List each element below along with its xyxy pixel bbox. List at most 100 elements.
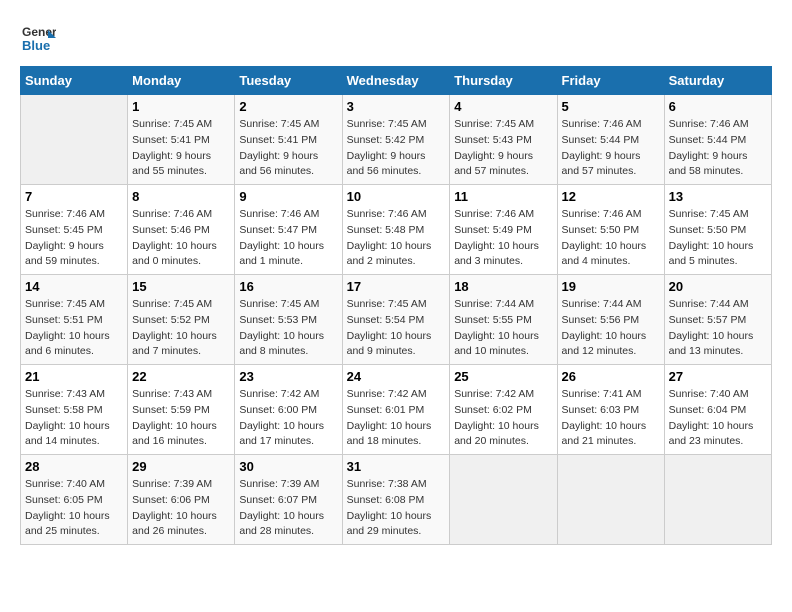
- day-number: 3: [347, 99, 446, 114]
- day-number: 11: [454, 189, 552, 204]
- day-number: 20: [669, 279, 767, 294]
- day-header-friday: Friday: [557, 67, 664, 95]
- calendar-cell: 30 Sunrise: 7:39 AMSunset: 6:07 PMDayligh…: [235, 455, 342, 545]
- calendar-body: 1 Sunrise: 7:45 AMSunset: 5:41 PMDaylight…: [21, 95, 772, 545]
- logo: General Blue: [20, 20, 56, 56]
- day-number: 19: [562, 279, 660, 294]
- logo-icon: General Blue: [20, 20, 56, 56]
- calendar-cell: 22 Sunrise: 7:43 AMSunset: 5:59 PMDayligh…: [128, 365, 235, 455]
- day-info: Sunrise: 7:44 AMSunset: 5:57 PMDaylight:…: [669, 297, 767, 360]
- day-number: 5: [562, 99, 660, 114]
- day-info: Sunrise: 7:45 AMSunset: 5:52 PMDaylight:…: [132, 297, 230, 360]
- day-info: Sunrise: 7:46 AMSunset: 5:46 PMDaylight:…: [132, 207, 230, 270]
- day-info: Sunrise: 7:44 AMSunset: 5:55 PMDaylight:…: [454, 297, 552, 360]
- calendar-cell: 17Sunrise: 7:45 AMSunset: 5:54 PMDayligh…: [342, 275, 450, 365]
- day-number: 27: [669, 369, 767, 384]
- day-number: 26: [562, 369, 660, 384]
- calendar-cell: 5 Sunrise: 7:46 AMSunset: 5:44 PMDaylight…: [557, 95, 664, 185]
- calendar-cell: 13 Sunrise: 7:45 AMSunset: 5:50 PMDayligh…: [664, 185, 771, 275]
- day-number: 31: [347, 459, 446, 474]
- calendar-cell: 21 Sunrise: 7:43 AMSunset: 5:58 PMDayligh…: [21, 365, 128, 455]
- day-number: 25: [454, 369, 552, 384]
- day-info: Sunrise: 7:38 AMSunset: 6:08 PMDaylight:…: [347, 477, 446, 540]
- page-header: General Blue: [20, 20, 772, 56]
- day-number: 13: [669, 189, 767, 204]
- calendar-cell: [21, 95, 128, 185]
- calendar-cell: 1 Sunrise: 7:45 AMSunset: 5:41 PMDaylight…: [128, 95, 235, 185]
- calendar-cell: 7 Sunrise: 7:46 AMSunset: 5:45 PMDaylight…: [21, 185, 128, 275]
- day-info: Sunrise: 7:46 AMSunset: 5:45 PMDaylight:…: [25, 207, 123, 270]
- day-number: 2: [239, 99, 337, 114]
- day-info: Sunrise: 7:45 AMSunset: 5:43 PMDaylight:…: [454, 117, 552, 180]
- day-number: 7: [25, 189, 123, 204]
- calendar-week-2: 7 Sunrise: 7:46 AMSunset: 5:45 PMDaylight…: [21, 185, 772, 275]
- calendar-cell: 6Sunrise: 7:46 AMSunset: 5:44 PMDaylight…: [664, 95, 771, 185]
- day-info: Sunrise: 7:45 AMSunset: 5:51 PMDaylight:…: [25, 297, 123, 360]
- calendar-cell: 2 Sunrise: 7:45 AMSunset: 5:41 PMDaylight…: [235, 95, 342, 185]
- day-info: Sunrise: 7:45 AMSunset: 5:41 PMDaylight:…: [239, 117, 337, 180]
- day-info: Sunrise: 7:45 AMSunset: 5:50 PMDaylight:…: [669, 207, 767, 270]
- day-info: Sunrise: 7:43 AMSunset: 5:59 PMDaylight:…: [132, 387, 230, 450]
- calendar-cell: [450, 455, 557, 545]
- day-number: 12: [562, 189, 660, 204]
- day-info: Sunrise: 7:45 AMSunset: 5:54 PMDaylight:…: [347, 297, 446, 360]
- day-info: Sunrise: 7:42 AMSunset: 6:01 PMDaylight:…: [347, 387, 446, 450]
- calendar-cell: 4 Sunrise: 7:45 AMSunset: 5:43 PMDaylight…: [450, 95, 557, 185]
- calendar-week-1: 1 Sunrise: 7:45 AMSunset: 5:41 PMDaylight…: [21, 95, 772, 185]
- calendar-cell: 31 Sunrise: 7:38 AMSunset: 6:08 PMDayligh…: [342, 455, 450, 545]
- calendar-cell: 11Sunrise: 7:46 AMSunset: 5:49 PMDayligh…: [450, 185, 557, 275]
- calendar-cell: 28 Sunrise: 7:40 AMSunset: 6:05 PMDayligh…: [21, 455, 128, 545]
- day-info: Sunrise: 7:43 AMSunset: 5:58 PMDaylight:…: [25, 387, 123, 450]
- day-number: 4: [454, 99, 552, 114]
- day-header-monday: Monday: [128, 67, 235, 95]
- day-number: 1: [132, 99, 230, 114]
- day-info: Sunrise: 7:40 AMSunset: 6:04 PMDaylight:…: [669, 387, 767, 450]
- day-header-thursday: Thursday: [450, 67, 557, 95]
- day-number: 9: [239, 189, 337, 204]
- calendar-cell: 20 Sunrise: 7:44 AMSunset: 5:57 PMDayligh…: [664, 275, 771, 365]
- calendar-cell: 16 Sunrise: 7:45 AMSunset: 5:53 PMDayligh…: [235, 275, 342, 365]
- calendar-cell: 8Sunrise: 7:46 AMSunset: 5:46 PMDaylight…: [128, 185, 235, 275]
- day-number: 28: [25, 459, 123, 474]
- calendar-cell: 19 Sunrise: 7:44 AMSunset: 5:56 PMDayligh…: [557, 275, 664, 365]
- day-info: Sunrise: 7:40 AMSunset: 6:05 PMDaylight:…: [25, 477, 123, 540]
- day-header-sunday: Sunday: [21, 67, 128, 95]
- day-number: 21: [25, 369, 123, 384]
- calendar-cell: [664, 455, 771, 545]
- day-header-wednesday: Wednesday: [342, 67, 450, 95]
- calendar-cell: 29Sunrise: 7:39 AMSunset: 6:06 PMDayligh…: [128, 455, 235, 545]
- calendar-cell: 10Sunrise: 7:46 AMSunset: 5:48 PMDayligh…: [342, 185, 450, 275]
- day-info: Sunrise: 7:39 AMSunset: 6:07 PMDaylight:…: [239, 477, 337, 540]
- calendar-cell: 3 Sunrise: 7:45 AMSunset: 5:42 PMDaylight…: [342, 95, 450, 185]
- calendar-header-row: SundayMondayTuesdayWednesdayThursdayFrid…: [21, 67, 772, 95]
- day-number: 10: [347, 189, 446, 204]
- svg-text:Blue: Blue: [22, 38, 50, 53]
- day-number: 30: [239, 459, 337, 474]
- day-info: Sunrise: 7:42 AMSunset: 6:00 PMDaylight:…: [239, 387, 337, 450]
- day-info: Sunrise: 7:45 AMSunset: 5:42 PMDaylight:…: [347, 117, 446, 180]
- day-header-saturday: Saturday: [664, 67, 771, 95]
- day-info: Sunrise: 7:44 AMSunset: 5:56 PMDaylight:…: [562, 297, 660, 360]
- day-number: 6: [669, 99, 767, 114]
- calendar-cell: [557, 455, 664, 545]
- day-info: Sunrise: 7:45 AMSunset: 5:53 PMDaylight:…: [239, 297, 337, 360]
- day-number: 18: [454, 279, 552, 294]
- day-number: 16: [239, 279, 337, 294]
- calendar-cell: 27 Sunrise: 7:40 AMSunset: 6:04 PMDayligh…: [664, 365, 771, 455]
- calendar-cell: 15Sunrise: 7:45 AMSunset: 5:52 PMDayligh…: [128, 275, 235, 365]
- calendar-table: SundayMondayTuesdayWednesdayThursdayFrid…: [20, 66, 772, 545]
- day-number: 22: [132, 369, 230, 384]
- day-info: Sunrise: 7:42 AMSunset: 6:02 PMDaylight:…: [454, 387, 552, 450]
- day-number: 14: [25, 279, 123, 294]
- day-info: Sunrise: 7:45 AMSunset: 5:41 PMDaylight:…: [132, 117, 230, 180]
- day-info: Sunrise: 7:46 AMSunset: 5:44 PMDaylight:…: [562, 117, 660, 180]
- calendar-week-4: 21 Sunrise: 7:43 AMSunset: 5:58 PMDayligh…: [21, 365, 772, 455]
- day-info: Sunrise: 7:46 AMSunset: 5:47 PMDaylight:…: [239, 207, 337, 270]
- day-header-tuesday: Tuesday: [235, 67, 342, 95]
- calendar-cell: 23 Sunrise: 7:42 AMSunset: 6:00 PMDayligh…: [235, 365, 342, 455]
- calendar-week-3: 14 Sunrise: 7:45 AMSunset: 5:51 PMDayligh…: [21, 275, 772, 365]
- calendar-cell: 12Sunrise: 7:46 AMSunset: 5:50 PMDayligh…: [557, 185, 664, 275]
- day-number: 23: [239, 369, 337, 384]
- day-number: 29: [132, 459, 230, 474]
- day-number: 24: [347, 369, 446, 384]
